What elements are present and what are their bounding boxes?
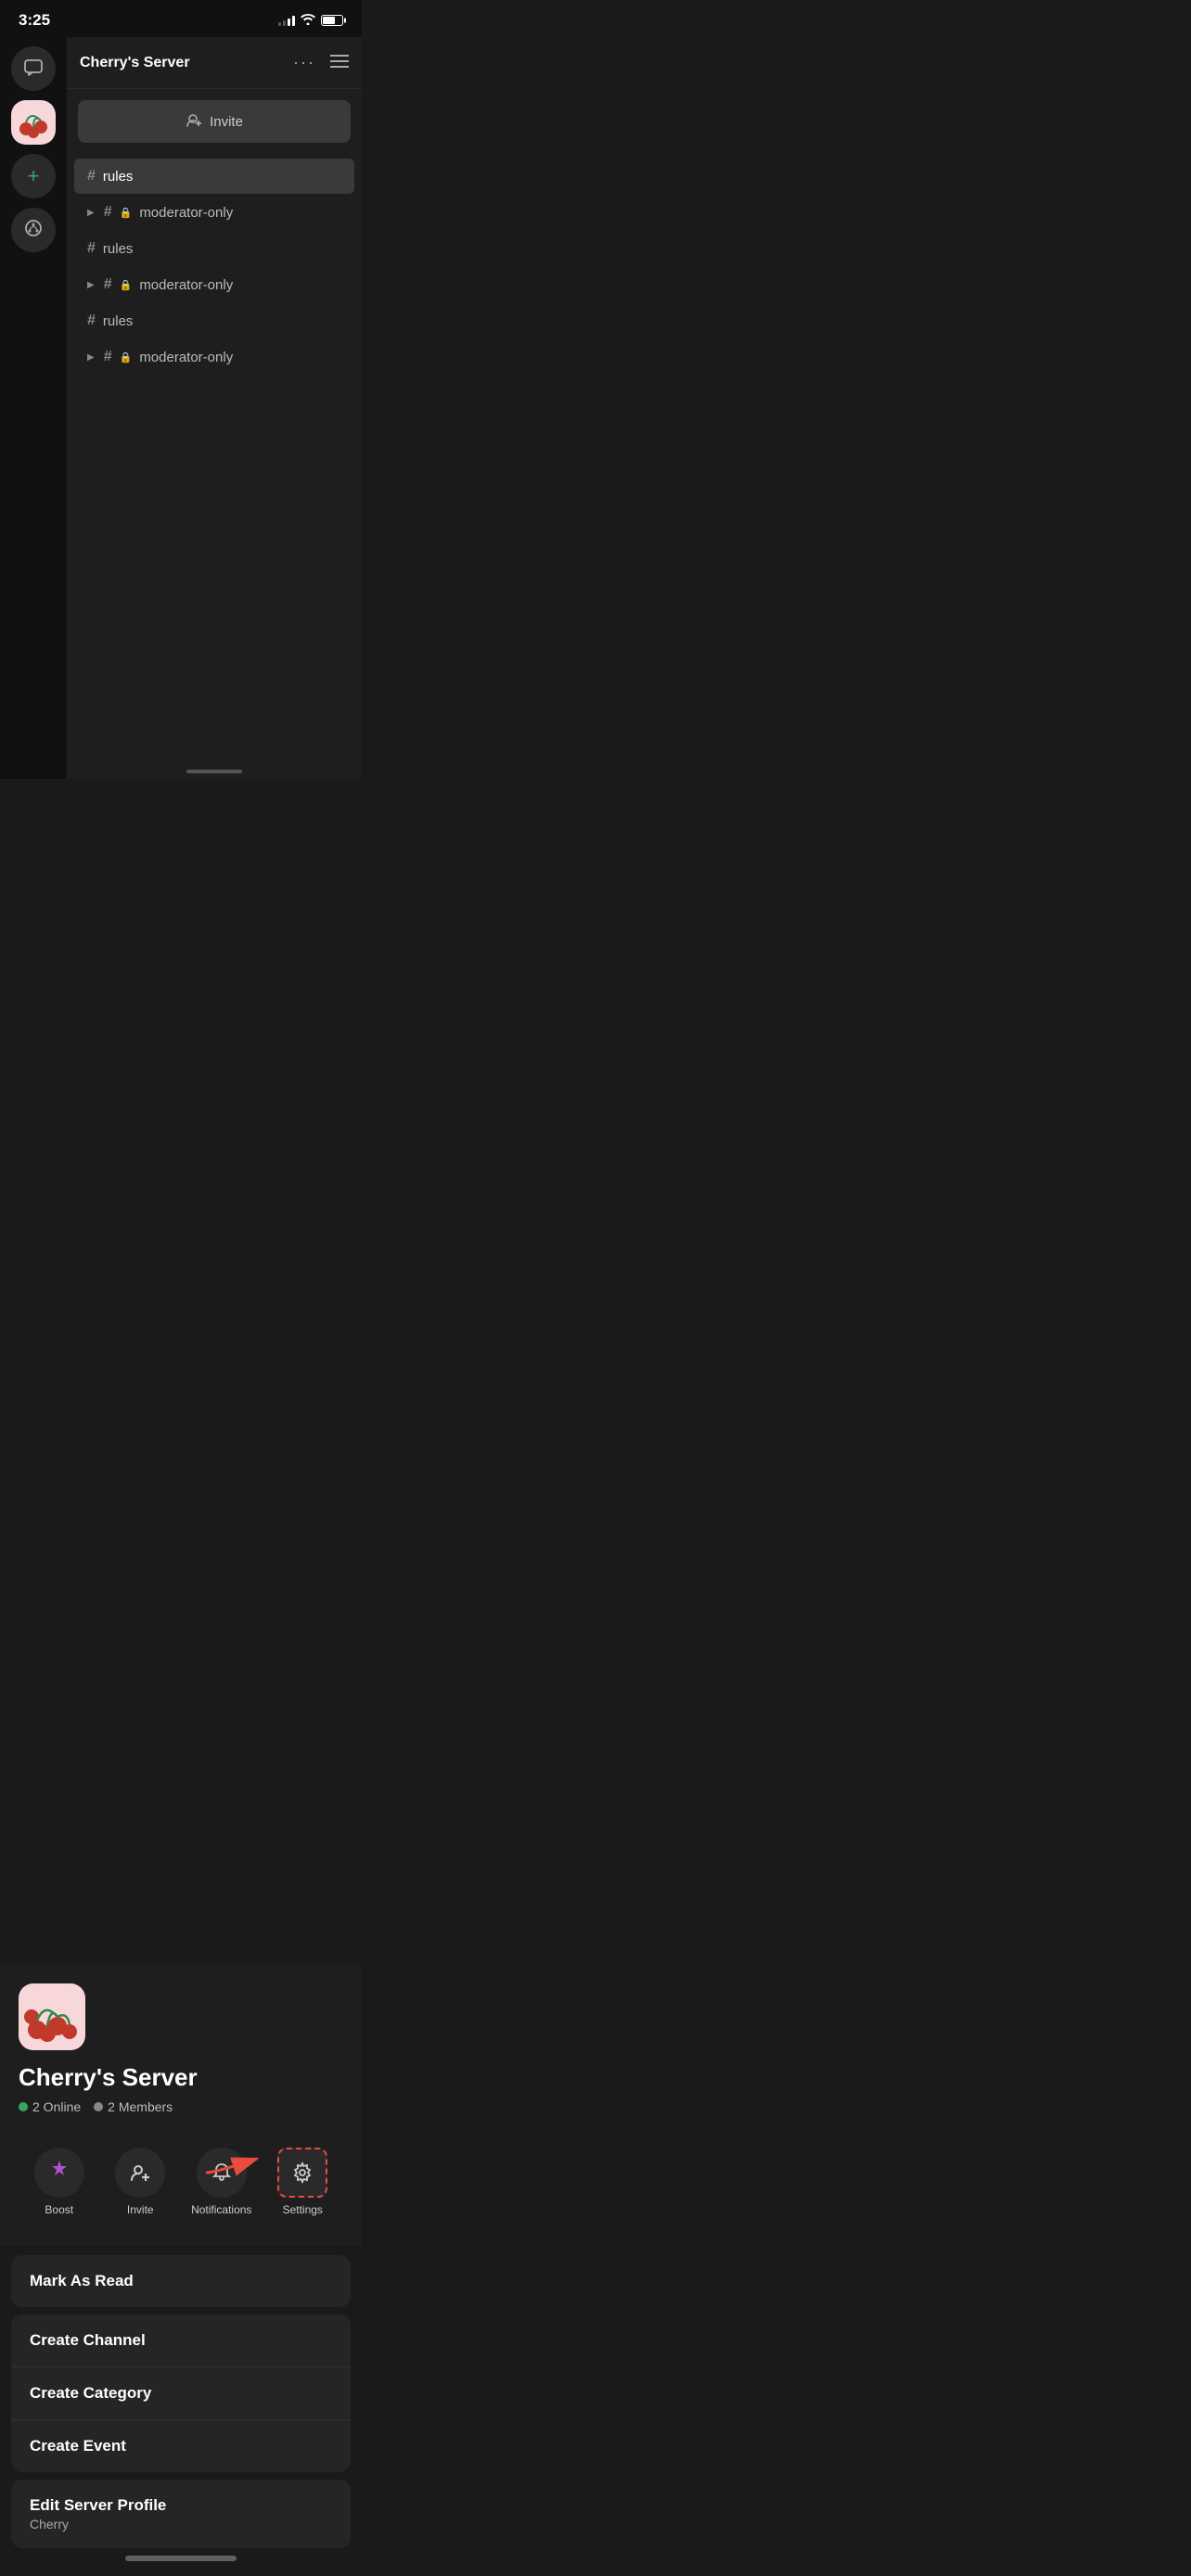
edit-profile-section: Edit Server Profile Cherry [11, 2480, 351, 2548]
members-count: 2 Members [108, 2099, 173, 2114]
boost-button[interactable]: Boost [27, 2148, 92, 2216]
message-icon [23, 57, 44, 82]
home-indicator [125, 2556, 237, 2561]
battery-icon [321, 15, 343, 26]
invite-icon-circle [115, 2148, 165, 2198]
channel-item-rules-1[interactable]: # rules [74, 159, 354, 194]
boost-icon [48, 2159, 70, 2187]
channel-name-rules-2: rules [103, 241, 134, 257]
online-count: 2 Online [32, 2099, 81, 2114]
mark-as-read-label: Mark As Read [30, 2272, 134, 2289]
create-category-label: Create Category [30, 2384, 151, 2402]
lock-icon-1: 🔒 [120, 207, 133, 219]
server-stats: 2 Online 2 Members [19, 2099, 343, 2114]
sidebar-item-discover[interactable] [11, 208, 56, 252]
action-buttons: Boost Invite [19, 2140, 343, 2224]
settings-label: Settings [283, 2203, 323, 2216]
members-stat: 2 Members [94, 2099, 173, 2114]
server-title: Cherry's Server [19, 2063, 343, 2092]
server-info-section: Cherry's Server 2 Online 2 Members [0, 1965, 362, 2246]
sidebar-item-add-server[interactable]: + [11, 154, 56, 198]
member-dot [94, 2102, 103, 2111]
channel-name-mod-3: moderator-only [139, 350, 233, 365]
add-server-icon: + [28, 164, 40, 188]
edit-server-profile-item[interactable]: Edit Server Profile Cherry [11, 2480, 351, 2548]
online-dot [19, 2102, 28, 2111]
hash-icon-3: # [87, 240, 96, 257]
channel-item-mod-1[interactable]: ▶ # 🔒 moderator-only [74, 195, 354, 230]
bottom-sheet: Cherry's Server 2 Online 2 Members [0, 1965, 362, 2576]
channel-name-rules-1: rules [103, 169, 134, 185]
sidebar-item-cherry-server[interactable] [11, 100, 56, 145]
more-options-icon[interactable]: ··· [293, 53, 315, 72]
online-stat: 2 Online [19, 2099, 81, 2114]
header-icons: ··· [293, 52, 349, 73]
create-event-label: Create Event [30, 2437, 126, 2455]
create-section: Create Channel Create Category Create Ev… [11, 2315, 351, 2472]
channel-item-rules-3[interactable]: # rules [74, 303, 354, 338]
scroll-indicator [186, 770, 242, 773]
mark-as-read-section: Mark As Read [11, 2255, 351, 2307]
create-channel-item[interactable]: Create Channel [11, 2315, 351, 2367]
mark-as-read-item[interactable]: Mark As Read [11, 2255, 351, 2307]
channel-item-mod-3[interactable]: ▶ # 🔒 moderator-only [74, 339, 354, 375]
hash-icon-4: # [104, 276, 112, 293]
create-event-item[interactable]: Create Event [11, 2420, 351, 2472]
hash-icon-5: # [87, 312, 96, 329]
hamburger-icon[interactable] [330, 52, 349, 73]
notifications-icon-circle [197, 2148, 247, 2198]
hash-icon-1: # [87, 168, 96, 185]
create-channel-label: Create Channel [30, 2331, 146, 2349]
action-buttons-container: Boost Invite [19, 2133, 343, 2231]
hash-icon-2: # [104, 204, 112, 221]
notifications-button[interactable]: Notifications [189, 2148, 254, 2216]
server-avatar-large [19, 1983, 85, 2050]
chevron-icon-1: ▶ [87, 208, 95, 218]
channel-name-rules-3: rules [103, 313, 134, 329]
settings-icon-circle [277, 2148, 327, 2198]
invite-icon [186, 111, 202, 132]
boost-label: Boost [45, 2203, 73, 2216]
settings-button[interactable]: Settings [270, 2148, 335, 2216]
status-icons [278, 14, 343, 28]
sidebar-item-messages[interactable] [11, 46, 56, 91]
chevron-icon-2: ▶ [87, 280, 95, 290]
edit-server-profile-sub: Cherry [30, 2517, 332, 2531]
status-time: 3:25 [19, 11, 50, 30]
boost-icon-circle [34, 2148, 84, 2198]
invite-btn-label: Invite [210, 114, 243, 130]
channel-name-mod-2: moderator-only [139, 277, 233, 293]
lock-icon-3: 🔒 [120, 351, 133, 363]
channel-name-mod-1: moderator-only [139, 205, 233, 221]
invite-button[interactable]: Invite [78, 100, 351, 143]
channel-item-mod-2[interactable]: ▶ # 🔒 moderator-only [74, 267, 354, 302]
menu-container: Mark As Read Create Channel Create Categ… [0, 2246, 362, 2576]
edit-server-profile-label: Edit Server Profile [30, 2496, 332, 2515]
invite-action-button[interactable]: Invite [108, 2148, 173, 2216]
hash-icon-6: # [104, 349, 112, 365]
chevron-icon-3: ▶ [87, 352, 95, 363]
signal-icon [278, 15, 295, 26]
discover-icon [23, 218, 44, 243]
create-category-item[interactable]: Create Category [11, 2367, 351, 2420]
sidebar: + [0, 37, 67, 779]
lock-icon-2: 🔒 [120, 279, 133, 291]
invite-action-label: Invite [127, 2203, 154, 2216]
notifications-label: Notifications [191, 2203, 251, 2216]
server-name-header: Cherry's Server [80, 55, 190, 71]
channel-list: Cherry's Server ··· [67, 37, 362, 779]
status-bar: 3:25 [0, 0, 362, 37]
app-layout: + Cherry's Server ··· [0, 37, 362, 779]
wifi-icon [301, 14, 315, 28]
channel-header: Cherry's Server ··· [67, 37, 362, 89]
channel-items: # rules ▶ # 🔒 moderator-only # rules ▶ #… [67, 154, 362, 764]
channel-item-rules-2[interactable]: # rules [74, 231, 354, 266]
